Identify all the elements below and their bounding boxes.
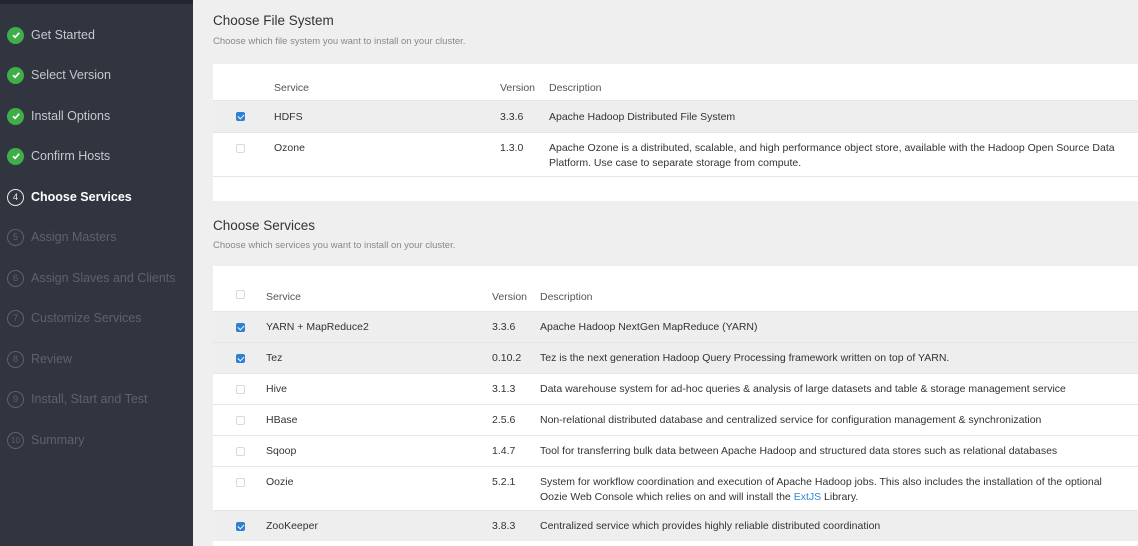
step-label: Choose Services: [31, 190, 132, 204]
step-number-badge: 7: [7, 309, 24, 327]
service-description: Apache Hadoop NextGen MapReduce (YARN): [540, 321, 758, 333]
service-version: 5.2.1: [492, 476, 516, 488]
hbase-checkbox[interactable]: [236, 416, 245, 425]
step-number-badge: 6: [7, 269, 24, 287]
table-row[interactable]: Sqoop 1.4.7 Tool for transferring bulk d…: [213, 435, 1138, 466]
service-name: Hive: [266, 383, 288, 395]
service-description: Apache Hadoop Distributed File System: [549, 111, 736, 123]
filesystem-table: Service Version Description HDFS 3.3.6 A…: [213, 64, 1138, 201]
step-install-start-test: 9 Install, Start and Test: [0, 380, 193, 418]
service-description: Data warehouse system for ad-hoc queries…: [540, 383, 1066, 395]
step-install-options[interactable]: Install Options: [0, 97, 193, 135]
sqoop-checkbox[interactable]: [236, 447, 245, 456]
filesystem-subtitle: Choose which file system you want to ins…: [213, 36, 466, 47]
extjs-link[interactable]: ExtJS: [794, 491, 821, 503]
check-icon: [7, 26, 24, 44]
check-icon: [7, 147, 24, 165]
service-description: Non-relational distributed database and …: [540, 414, 1042, 426]
table-row[interactable]: HDFS 3.3.6 Apache Hadoop Distributed Fil…: [213, 100, 1138, 132]
service-version: 3.3.6: [500, 111, 524, 123]
table-row[interactable]: ZooKeeper 3.8.3 Centralized service whic…: [213, 510, 1138, 541]
step-label: Install Options: [31, 109, 111, 123]
column-header-description: Description: [540, 291, 593, 303]
filesystem-title: Choose File System: [213, 13, 334, 28]
table-row[interactable]: Hive 3.1.3 Data warehouse system for ad-…: [213, 373, 1138, 404]
step-number-badge: 5: [7, 228, 24, 246]
step-number-badge: 9: [7, 390, 24, 408]
step-get-started[interactable]: Get Started: [0, 16, 193, 54]
service-name: Ozone: [274, 142, 305, 154]
service-version: 3.1.3: [492, 383, 516, 395]
column-header-version: Version: [492, 291, 528, 303]
service-name: YARN + MapReduce2: [266, 321, 369, 333]
step-choose-services[interactable]: 4 Choose Services: [0, 178, 193, 216]
column-header-version: Version: [500, 82, 536, 94]
step-number-badge: 4: [7, 188, 24, 206]
service-name: Tez: [266, 352, 283, 364]
service-description: Tool for transferring bulk data between …: [540, 445, 1058, 457]
service-name: HDFS: [274, 111, 303, 123]
service-description: Apache Ozone is a distributed, scalable,…: [549, 142, 1115, 169]
column-header-service: Service: [274, 82, 310, 94]
tez-checkbox[interactable]: [236, 354, 245, 363]
ozone-checkbox[interactable]: [236, 144, 245, 153]
hive-checkbox[interactable]: [236, 385, 245, 394]
step-label: Review: [31, 352, 72, 366]
service-version: 3.3.6: [492, 321, 516, 333]
step-label: Confirm Hosts: [31, 149, 111, 163]
column-header-description: Description: [549, 82, 602, 94]
service-version: 3.8.3: [492, 520, 516, 532]
service-description: System for workflow coordination and exe…: [540, 475, 1120, 504]
step-summary: 10 Summary: [0, 421, 193, 459]
services-table: Service Version Description YARN + MapRe…: [213, 266, 1138, 546]
service-version: 1.3.0: [500, 142, 524, 154]
step-confirm-hosts[interactable]: Confirm Hosts: [0, 137, 193, 175]
service-name: Oozie: [266, 476, 294, 488]
table-row[interactable]: Oozie 5.2.1 System for workflow coordina…: [213, 466, 1138, 510]
step-review: 8 Review: [0, 340, 193, 378]
step-label: Select Version: [31, 68, 111, 82]
table-row[interactable]: YARN + MapReduce2 3.3.6 Apache Hadoop Ne…: [213, 311, 1138, 342]
table-row[interactable]: HBase 2.5.6 Non-relational distributed d…: [213, 404, 1138, 435]
hdfs-checkbox[interactable]: [236, 112, 245, 121]
column-header-service: Service: [266, 291, 302, 303]
services-subtitle: Choose which services you want to instal…: [213, 240, 456, 251]
step-label: Assign Masters: [31, 230, 117, 244]
step-label: Get Started: [31, 28, 95, 42]
step-number-badge: 8: [7, 350, 24, 368]
table-row[interactable]: Ozone 1.3.0 Apache Ozone is a distribute…: [213, 132, 1138, 177]
service-version: 0.10.2: [492, 352, 522, 364]
zookeeper-checkbox[interactable]: [236, 522, 245, 531]
step-label: Assign Slaves and Clients: [31, 271, 176, 285]
oozie-checkbox[interactable]: [236, 478, 245, 487]
step-assign-masters: 5 Assign Masters: [0, 218, 193, 256]
service-name: ZooKeeper: [266, 520, 318, 532]
service-version: 1.4.7: [492, 445, 516, 457]
table-row[interactable]: Tez 0.10.2 Tez is the next generation Ha…: [213, 342, 1138, 373]
step-label: Customize Services: [31, 311, 142, 325]
service-name: Sqoop: [266, 445, 297, 457]
service-name: HBase: [266, 414, 298, 426]
select-all-checkbox[interactable]: [236, 290, 245, 299]
check-icon: [7, 66, 24, 84]
step-label: Summary: [31, 433, 85, 447]
step-customize-services: 7 Customize Services: [0, 299, 193, 337]
services-title: Choose Services: [213, 218, 316, 233]
service-description: Tez is the next generation Hadoop Query …: [540, 352, 950, 364]
check-icon: [7, 107, 24, 125]
service-version: 2.5.6: [492, 414, 516, 426]
description-text: Library.: [821, 490, 859, 503]
step-select-version[interactable]: Select Version: [0, 56, 193, 94]
step-number-badge: 10: [7, 431, 24, 449]
wizard-sidebar: Get Started Select Version Install Optio…: [0, 0, 193, 546]
step-label: Install, Start and Test: [31, 392, 148, 406]
yarn-checkbox[interactable]: [236, 323, 245, 332]
step-assign-slaves: 6 Assign Slaves and Clients: [0, 259, 193, 297]
service-description: Centralized service which provides highl…: [540, 520, 881, 532]
